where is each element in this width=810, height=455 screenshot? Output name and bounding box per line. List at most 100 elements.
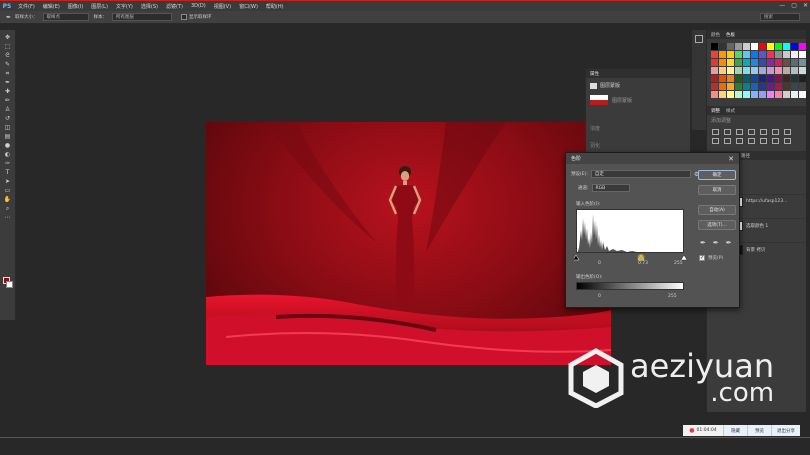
color-swatch[interactable] (783, 43, 790, 50)
tab-paths[interactable]: 路径 (741, 153, 750, 159)
color-swatch[interactable] (743, 59, 750, 66)
color-swatch[interactable] (735, 43, 742, 50)
color-swatch[interactable] (727, 67, 734, 74)
preset-select[interactable]: 自定 (590, 170, 691, 178)
color-swatch[interactable] (775, 83, 782, 90)
color-swatch[interactable] (743, 43, 750, 50)
color-swatch[interactable] (743, 83, 750, 90)
black-eyedropper-icon[interactable]: ✒ (700, 239, 706, 247)
color-swatch[interactable] (799, 67, 806, 74)
menu-item[interactable]: 滤镜(T) (162, 3, 187, 10)
color-swatch[interactable] (751, 83, 758, 90)
menu-item[interactable]: 图层(L) (87, 3, 112, 10)
color-swatch[interactable] (735, 67, 742, 74)
sample-size-select[interactable]: 取样点 (42, 13, 89, 21)
color-swatch[interactable] (775, 67, 782, 74)
color-swatch[interactable] (751, 51, 758, 58)
color-swatch[interactable] (711, 59, 718, 66)
color-swatch[interactable] (791, 83, 798, 90)
adjustment-icon[interactable] (748, 138, 755, 144)
options-button[interactable]: 选项(T)... (698, 220, 736, 230)
move-icon[interactable]: ✥ (3, 34, 12, 41)
quick-select-icon[interactable]: ✎ (3, 61, 12, 68)
exit-share-button[interactable]: 退出分享 (771, 425, 800, 436)
color-swatch[interactable] (751, 59, 758, 66)
color-swatch[interactable] (775, 91, 782, 98)
gray-eyedropper-icon[interactable]: ✒ (713, 239, 719, 247)
color-swatch[interactable] (791, 75, 798, 82)
eyedropper-icon[interactable]: ✒ (3, 79, 12, 86)
history-brush-icon[interactable]: ↺ (3, 115, 12, 122)
show-ring-checkbox[interactable] (181, 14, 187, 20)
color-swatch[interactable] (711, 83, 718, 90)
marquee-icon[interactable]: ⬚ (3, 43, 12, 50)
color-swatch[interactable] (719, 43, 726, 50)
color-swatch[interactable] (743, 91, 750, 98)
adjustment-icon[interactable] (748, 129, 755, 135)
input-white-value[interactable]: 255 (674, 261, 683, 266)
menu-item[interactable]: 3D(D) (187, 3, 210, 10)
maximize-icon[interactable]: ▢ (791, 2, 797, 9)
cancel-button[interactable]: 取消 (698, 185, 736, 195)
color-swatch[interactable] (735, 83, 742, 90)
channel-select[interactable]: RGB (591, 184, 630, 192)
color-swatch[interactable] (775, 51, 782, 58)
input-black-value[interactable]: 0 (598, 261, 601, 266)
close-icon[interactable]: ✕ (728, 155, 734, 163)
color-swatch[interactable] (759, 75, 766, 82)
eyedropper-icon[interactable]: ✒ (4, 14, 13, 21)
output-black-value[interactable]: 0 (598, 294, 601, 299)
color-swatch[interactable] (743, 51, 750, 58)
menu-item[interactable]: 选择(S) (137, 3, 162, 10)
adjustment-icon[interactable] (784, 138, 791, 144)
menu-item[interactable]: 视图(V) (210, 3, 235, 10)
color-swatch[interactable] (743, 75, 750, 82)
color-swatch[interactable] (711, 51, 718, 58)
color-swatch[interactable] (791, 43, 798, 50)
color-swatch[interactable] (759, 51, 766, 58)
color-swatch[interactable] (759, 91, 766, 98)
brush-icon[interactable]: ✏ (3, 97, 12, 104)
adjustment-icon[interactable] (784, 129, 791, 135)
preview-share-button[interactable]: 预览 (747, 425, 771, 436)
color-swatch[interactable] (735, 59, 742, 66)
tab-adjustments[interactable]: 调整 (711, 108, 720, 114)
color-swatch[interactable] (767, 91, 774, 98)
menu-item[interactable]: 文件(F) (14, 3, 39, 10)
pen-icon[interactable]: ✑ (3, 160, 12, 167)
color-swatch[interactable] (735, 75, 742, 82)
adjustment-icon[interactable] (712, 129, 719, 135)
color-swatch[interactable] (767, 59, 774, 66)
history-panel-icon[interactable] (695, 35, 703, 43)
color-swatch[interactable] (783, 59, 790, 66)
eraser-icon[interactable]: ◫ (3, 124, 12, 131)
adjustment-icon[interactable] (760, 129, 767, 135)
color-swatch[interactable] (799, 51, 806, 58)
type-icon[interactable]: T (3, 169, 12, 176)
adjustment-icon[interactable] (772, 129, 779, 135)
gradient-icon[interactable]: ▤ (3, 133, 12, 140)
search-input[interactable]: 搜索 (760, 13, 800, 21)
adjustment-icon[interactable] (760, 138, 767, 144)
color-swatch[interactable] (799, 91, 806, 98)
color-swatch[interactable] (775, 59, 782, 66)
color-swatch[interactable] (783, 83, 790, 90)
color-swatch[interactable] (791, 67, 798, 74)
properties-tab[interactable]: 属性 (586, 69, 690, 78)
color-swatch[interactable] (719, 67, 726, 74)
color-swatch[interactable] (767, 51, 774, 58)
color-swatch[interactable] (727, 83, 734, 90)
color-swatch[interactable] (711, 75, 718, 82)
menu-item[interactable]: 图像(I) (64, 3, 87, 10)
color-swatch[interactable] (727, 43, 734, 50)
background-color-swatch[interactable] (6, 281, 13, 288)
crop-icon[interactable]: ⌗ (3, 70, 12, 77)
color-swatch[interactable] (759, 67, 766, 74)
color-swatch[interactable] (767, 67, 774, 74)
lasso-icon[interactable]: ᘓ (3, 52, 12, 59)
tab-styles[interactable]: 样式 (726, 108, 735, 114)
color-swatch[interactable] (735, 51, 742, 58)
color-swatch[interactable] (751, 43, 758, 50)
color-swatch[interactable] (759, 83, 766, 90)
path-select-icon[interactable]: ➤ (3, 178, 12, 185)
